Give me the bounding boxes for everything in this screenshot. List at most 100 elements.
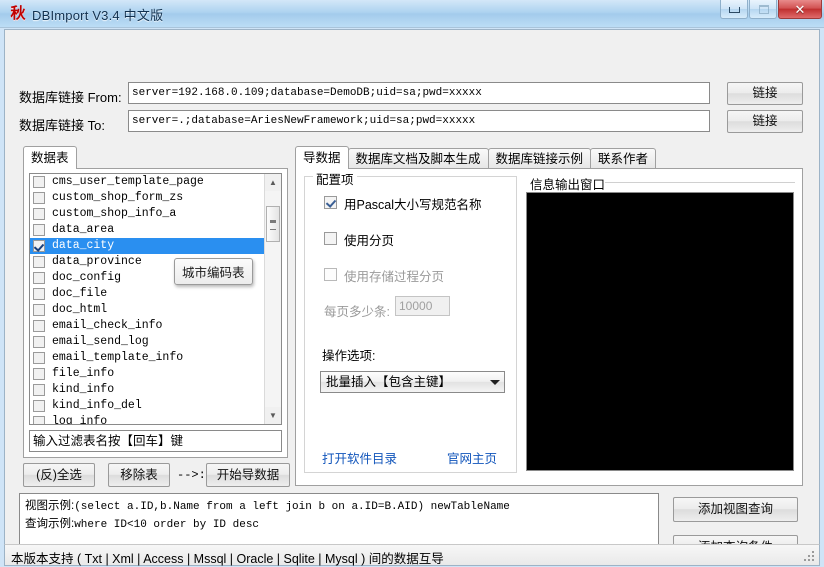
db-to-input[interactable]: server=.;database=AriesNewFramework;uid=…	[128, 110, 710, 132]
tab-doc-script-gen[interactable]: 数据库文档及脚本生成	[347, 148, 489, 169]
table-checkbox[interactable]	[33, 416, 45, 424]
table-name-label: kind_info_del	[52, 399, 142, 412]
table-name-label: doc_html	[52, 303, 108, 316]
option-use-paging[interactable]: 使用分页	[324, 230, 394, 249]
db-from-input[interactable]: server=192.168.0.109;database=DemoDB;uid…	[128, 82, 710, 104]
db-to-label: 数据库链接 To:	[19, 118, 105, 133]
output-console[interactable]	[526, 192, 794, 471]
db-from-connect-button[interactable]: 链接	[727, 82, 803, 105]
checkbox-use-paging[interactable]	[324, 232, 337, 245]
table-name-label: email_check_info	[52, 319, 163, 332]
tab-contact-author[interactable]: 联系作者	[590, 148, 657, 169]
table-list-item[interactable]: data_area	[30, 222, 281, 238]
status-bar: 本版本支持 ( Txt | Xml | Access | Mssql | Ora…	[4, 544, 820, 566]
table-name-label: email_template_info	[52, 351, 184, 364]
table-list-item[interactable]: email_send_log	[30, 334, 281, 350]
table-name-label: data_area	[52, 223, 115, 236]
table-checkbox[interactable]	[33, 176, 45, 188]
table-checkbox[interactable]	[33, 256, 45, 268]
table-name-label: custom_shop_info_a	[52, 207, 177, 220]
add-view-query-button[interactable]: 添加视图查询	[673, 497, 798, 522]
table-filter-input[interactable]: 输入过滤表名按【回车】键	[29, 430, 282, 452]
output-groupbox-title: 信息输出窗口	[527, 174, 609, 193]
close-button[interactable]: ✕	[778, 0, 822, 19]
table-list-item[interactable]: kind_info	[30, 382, 281, 398]
table-checkbox[interactable]	[33, 224, 45, 236]
table-list[interactable]: cms_user_template_page custom_shop_form_z…	[29, 173, 282, 425]
table-name-label: doc_config	[52, 271, 122, 284]
table-checkbox[interactable]	[33, 320, 45, 332]
option-pascal-case-label: 用Pascal大小写规范名称	[344, 198, 482, 212]
start-import-button[interactable]: 开始导数据	[206, 463, 290, 487]
view-example-line: 视图示例:(select a.ID,b.Name from a left joi…	[25, 498, 653, 516]
query-example-value: where ID<10 order by ID desc	[74, 519, 260, 531]
table-list-item[interactable]: file_info	[30, 366, 281, 382]
table-list-item[interactable]: custom_shop_form_zs	[30, 190, 281, 206]
arrow-indicator: -->:	[177, 468, 206, 482]
table-checkbox[interactable]	[33, 288, 45, 300]
table-list-item[interactable]: doc_html	[30, 302, 281, 318]
table-checkbox[interactable]	[33, 192, 45, 204]
db-from-label: 数据库链接 From:	[19, 90, 122, 105]
window-controls: ✕	[720, 0, 822, 19]
left-tabstrip: 数据表	[23, 146, 77, 169]
status-bar-text: 本版本支持 ( Txt | Xml | Access | Mssql | Ora…	[11, 552, 444, 566]
table-checkbox[interactable]	[33, 336, 45, 348]
homepage-link[interactable]: 官网主页	[447, 448, 497, 467]
minimize-icon	[729, 7, 740, 13]
option-pascal-case[interactable]: 用Pascal大小写规范名称	[324, 194, 482, 213]
scroll-up-icon[interactable]: ▲	[265, 174, 281, 191]
tab-connection-examples[interactable]: 数据库链接示例	[487, 148, 592, 169]
scroll-thumb[interactable]	[266, 206, 280, 242]
config-groupbox-title: 配置项	[313, 169, 357, 188]
table-list-item[interactable]: custom_shop_info_a	[30, 206, 281, 222]
option-use-sp-paging: 使用存储过程分页	[324, 266, 444, 285]
table-name-label: custom_shop_form_zs	[52, 191, 184, 204]
table-checkbox[interactable]	[33, 400, 45, 412]
table-list-scrollbar[interactable]: ▲ ▼	[264, 174, 281, 424]
operation-combobox[interactable]: 批量插入【包含主键】	[320, 371, 505, 393]
output-group-divider	[605, 182, 795, 183]
db-to-connect-button[interactable]: 链接	[727, 110, 803, 133]
table-list-items: cms_user_template_page custom_shop_form_z…	[30, 174, 281, 425]
table-checkbox[interactable]	[33, 240, 45, 252]
select-all-button[interactable]: (反)全选	[23, 463, 95, 487]
table-checkbox[interactable]	[33, 272, 45, 284]
table-list-item[interactable]: doc_file	[30, 286, 281, 302]
checkbox-pascal-case[interactable]	[324, 196, 337, 209]
maximize-button[interactable]	[749, 0, 777, 19]
option-use-sp-paging-label: 使用存储过程分页	[344, 270, 445, 284]
table-name-label: log_info	[52, 415, 108, 425]
table-checkbox[interactable]	[33, 368, 45, 380]
output-groupbox: 信息输出窗口	[523, 174, 795, 473]
operation-combobox-value: 批量插入【包含主键】	[326, 375, 452, 389]
table-checkbox[interactable]	[33, 208, 45, 220]
table-list-item[interactable]: log_info	[30, 414, 281, 425]
table-list-item[interactable]: email_template_info	[30, 350, 281, 366]
close-icon: ✕	[794, 2, 806, 17]
table-name-label: doc_file	[52, 287, 108, 300]
tab-data-tables[interactable]: 数据表	[23, 146, 77, 169]
table-checkbox[interactable]	[33, 384, 45, 396]
table-list-item[interactable]: email_check_info	[30, 318, 281, 334]
scroll-down-icon[interactable]: ▼	[265, 407, 281, 424]
minimize-button[interactable]	[720, 0, 748, 19]
table-list-item[interactable]: cms_user_template_page	[30, 174, 281, 190]
table-list-item[interactable]: kind_info_del	[30, 398, 281, 414]
query-example-line: 查询示例:where ID<10 order by ID desc	[25, 516, 653, 534]
table-checkbox[interactable]	[33, 352, 45, 364]
table-tooltip: 城市编码表	[174, 258, 253, 285]
tab-import-data[interactable]: 导数据	[295, 146, 349, 169]
table-name-label: kind_info	[52, 383, 115, 396]
option-use-paging-label: 使用分页	[344, 234, 395, 248]
table-name-label: data_city	[52, 239, 115, 252]
remove-table-button[interactable]: 移除表	[108, 463, 170, 487]
table-list-item[interactable]: data_city	[30, 238, 281, 254]
open-software-dir-link[interactable]: 打开软件目录	[322, 448, 397, 467]
table-checkbox[interactable]	[33, 304, 45, 316]
table-name-label: data_province	[52, 255, 142, 268]
resize-grip-icon[interactable]	[804, 551, 816, 563]
application-window: 秋 DBImport V3.4 中文版 ✕ 数据库链接 From: server…	[0, 0, 824, 567]
page-size-label: 每页多少条:	[324, 305, 390, 319]
app-icon: 秋	[10, 4, 26, 22]
